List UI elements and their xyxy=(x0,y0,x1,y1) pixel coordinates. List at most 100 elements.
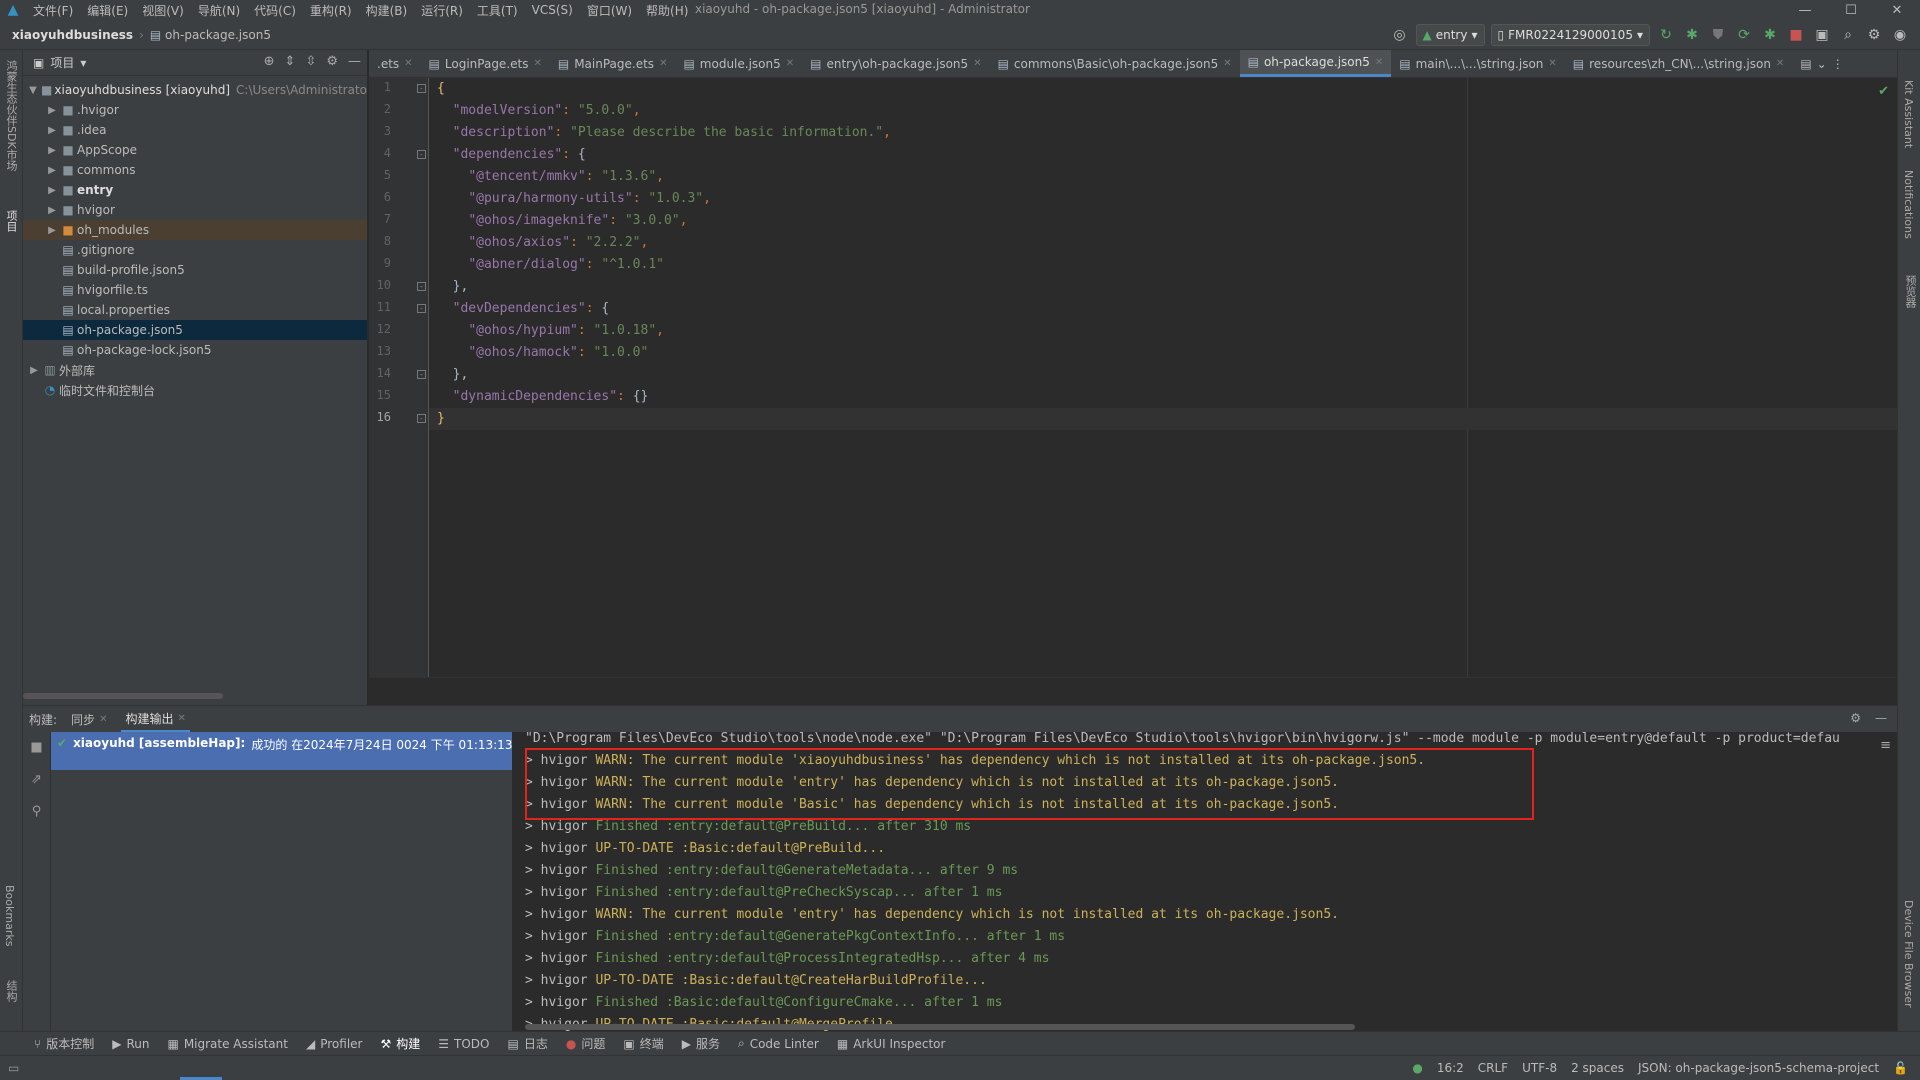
tool-profiler[interactable]: ◢ Profiler xyxy=(306,1037,362,1051)
tree-item-gitignore[interactable]: ▤ .gitignore xyxy=(23,240,367,260)
expand-all-icon[interactable]: ⇕ xyxy=(285,54,296,69)
stop-build-icon[interactable]: ■ xyxy=(23,732,50,764)
tree-item-build-profile[interactable]: ▤ build-profile.json5 xyxy=(23,260,367,280)
close-icon[interactable]: ✕ xyxy=(533,58,541,69)
tree-item-oh-package-lock[interactable]: ▤ oh-package-lock.json5 xyxy=(23,340,367,360)
pin-icon[interactable]: ⚲ xyxy=(23,796,50,828)
build-console[interactable]: "D:\Program Files\DevEco Studio\tools\no… xyxy=(513,732,1897,1032)
search-icon[interactable]: ⌕ xyxy=(1838,25,1858,45)
tool-log[interactable]: ▤ 日志 xyxy=(507,1035,547,1052)
chevron-right-icon[interactable]: ▶ xyxy=(45,145,59,156)
tree-item-entry[interactable]: ▶ ■ entry xyxy=(23,180,367,200)
no-problems-check-icon[interactable]: ✔ xyxy=(1878,84,1889,99)
menu-edit[interactable]: 编辑(E) xyxy=(80,2,135,19)
project-panel-title[interactable]: 项目 xyxy=(50,54,74,71)
breadcrumb-project[interactable]: xiaoyuhdbusiness xyxy=(12,28,133,42)
tab-overflow[interactable]: ▤ ⌄ ⋮ xyxy=(1792,50,1851,77)
run-config-select[interactable]: ▲ entry ▾ xyxy=(1415,24,1485,46)
tabs-list-icon[interactable]: ▤ xyxy=(1800,57,1811,71)
line-separator[interactable]: CRLF xyxy=(1478,1061,1508,1075)
code-editor[interactable]: { "modelVersion": "5.0.0", "description"… xyxy=(429,78,1897,677)
layout-icon[interactable]: ▭ xyxy=(8,1061,19,1075)
tree-item-local-properties[interactable]: ▤ local.properties xyxy=(23,300,367,320)
fold-icon[interactable]: - xyxy=(417,282,426,291)
tab-commons-oh-package[interactable]: ▤ commons\Basic\oh-package.json5 ✕ xyxy=(990,50,1240,77)
tab-oh-package[interactable]: ▤ oh-package.json5 ✕ xyxy=(1239,50,1392,77)
tree-item-scratches[interactable]: ◔ 临时文件和控制台 xyxy=(23,380,367,400)
notifications-tool[interactable]: Notifications xyxy=(1902,170,1915,239)
tab-loginpage[interactable]: ▤ LoginPage.ets ✕ xyxy=(421,50,550,77)
minimize-icon[interactable]: — xyxy=(1782,0,1828,20)
menu-build[interactable]: 构建(B) xyxy=(359,2,415,19)
tab-main-string-json[interactable]: ▤ main\...\...\string.json ✕ xyxy=(1391,50,1565,77)
tab-mainpage[interactable]: ▤ MainPage.ets ✕ xyxy=(550,50,676,77)
tree-item-appscope[interactable]: ▶ ■ AppScope xyxy=(23,140,367,160)
menu-help[interactable]: 帮助(H) xyxy=(639,2,695,19)
tool-terminal[interactable]: ▣ 终端 xyxy=(623,1035,663,1052)
collapse-all-icon[interactable]: ⇳ xyxy=(305,54,316,69)
chevron-right-icon[interactable]: ▶ xyxy=(27,365,41,376)
account-icon[interactable]: ◉ xyxy=(1890,25,1910,45)
tab-build-output[interactable]: 构建输出 ✕ xyxy=(121,706,190,732)
build-task-row[interactable]: ✔ xiaoyuhd [assembleHap]: 成功的 在2024年7月24… xyxy=(51,732,512,770)
close-icon[interactable]: ✕ xyxy=(404,58,412,69)
tree-item-hvigor-hidden[interactable]: ▶ ■ .hvigor xyxy=(23,100,367,120)
menu-view[interactable]: 视图(V) xyxy=(135,2,191,19)
close-icon[interactable]: ✕ xyxy=(99,714,107,725)
file-encoding[interactable]: UTF-8 xyxy=(1522,1061,1557,1075)
locate-icon[interactable]: ⊕ xyxy=(264,54,275,69)
project-scrollbar[interactable] xyxy=(23,693,223,699)
fold-icon[interactable]: - xyxy=(417,304,426,313)
close-icon[interactable]: ✕ xyxy=(973,58,981,69)
menu-refactor[interactable]: 重构(R) xyxy=(303,2,359,19)
settings-icon[interactable]: ⚙ xyxy=(1864,25,1884,45)
gear-icon[interactable]: ⚙ xyxy=(326,54,338,69)
kit-assistant-tool[interactable]: Kit Assistant xyxy=(1902,80,1915,148)
sdk-market-tool[interactable]: 鸿蒙生态伙伴SDK市场 xyxy=(3,60,19,171)
tool-code-linter[interactable]: ⌕ Code Linter xyxy=(738,1036,819,1051)
close-icon[interactable]: ✕ xyxy=(177,713,185,724)
gear-icon[interactable]: ⚙ xyxy=(1850,711,1861,725)
fold-icon[interactable]: - xyxy=(417,150,426,159)
tab-module-json5[interactable]: ▤ module.json5 ✕ xyxy=(675,50,802,77)
caret-position[interactable]: 16:2 xyxy=(1437,1061,1464,1075)
close-icon[interactable]: ✕ xyxy=(659,58,667,69)
menu-file[interactable]: 文件(F) xyxy=(26,2,80,19)
tab-ets[interactable]: .ets ✕ xyxy=(369,50,421,77)
menu-code[interactable]: 代码(C) xyxy=(247,2,303,19)
chevron-right-icon[interactable]: ▶ xyxy=(45,205,59,216)
close-window-icon[interactable]: ✕ xyxy=(1874,0,1920,20)
attach-debugger-icon[interactable]: ⛊ xyxy=(1708,25,1728,45)
indent-setting[interactable]: 2 spaces xyxy=(1571,1061,1624,1075)
tree-root[interactable]: ▼ ■ xiaoyuhdbusiness [xiaoyuhd] C:\Users\Ad… xyxy=(23,80,367,100)
fold-icon[interactable]: - xyxy=(417,414,426,423)
stop-icon[interactable]: ■ xyxy=(1786,25,1806,45)
status-indicator-icon[interactable]: ● xyxy=(1412,1061,1422,1075)
close-icon[interactable]: ✕ xyxy=(1548,58,1556,69)
chevron-down-icon[interactable]: ⌄ xyxy=(1817,57,1827,71)
profile-icon[interactable]: ✱ xyxy=(1760,25,1780,45)
tree-item-hvigor[interactable]: ▶ ■ hvigor xyxy=(23,200,367,220)
chevron-down-icon[interactable]: ▾ xyxy=(80,56,86,70)
device-file-browser-tool[interactable]: Device File Browser xyxy=(1902,900,1915,1008)
project-tool[interactable]: 项目 xyxy=(3,210,19,232)
menu-tools[interactable]: 工具(T) xyxy=(470,2,525,19)
device-select[interactable]: ▯ FMR0224129000105 ▾ xyxy=(1490,24,1650,46)
apply-changes-icon[interactable]: ⟳ xyxy=(1734,25,1754,45)
tree-item-oh-modules[interactable]: ▶ ■ oh_modules xyxy=(23,220,367,240)
target-icon[interactable]: ◎ xyxy=(1390,25,1410,45)
close-icon[interactable]: ✕ xyxy=(1223,58,1231,69)
tool-arkui-inspector[interactable]: ▦ ArkUI Inspector xyxy=(837,1037,946,1051)
menu-window[interactable]: 窗口(W) xyxy=(580,2,639,19)
close-icon[interactable]: ✕ xyxy=(1776,58,1784,69)
menu-vcs[interactable]: VCS(S) xyxy=(525,3,580,17)
tab-entry-oh-package[interactable]: ▤ entry\oh-package.json5 ✕ xyxy=(802,50,989,77)
tab-zhcn-string-json[interactable]: ▤ resources\zh_CN\...\string.json ✕ xyxy=(1565,50,1793,77)
json-schema[interactable]: JSON: oh-package-json5-schema-project xyxy=(1638,1061,1879,1075)
tree-item-oh-package[interactable]: ▤ oh-package.json5 xyxy=(23,320,367,340)
tool-problems[interactable]: ● 问题 xyxy=(566,1035,606,1052)
fold-icon[interactable]: - xyxy=(417,370,426,379)
tool-version-control[interactable]: ⑂ 版本控制 xyxy=(34,1035,94,1052)
tool-run[interactable]: ▶ Run xyxy=(112,1037,149,1051)
breadcrumb-file[interactable]: oh-package.json5 xyxy=(165,28,271,42)
